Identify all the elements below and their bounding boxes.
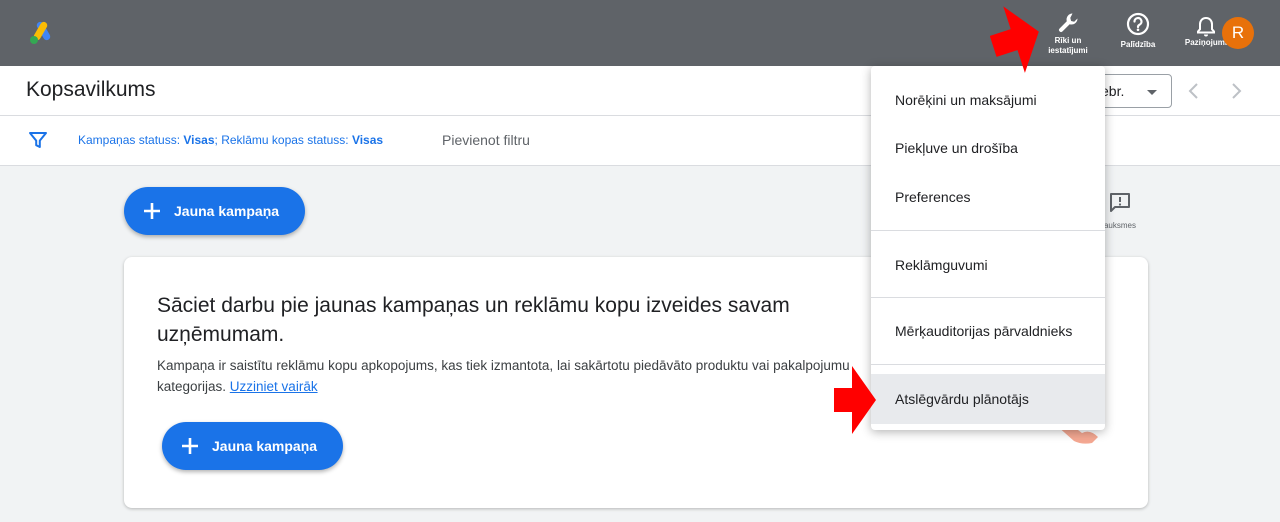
tools-and-settings-button[interactable]: Rīki un iestatījumi (1036, 10, 1100, 56)
plus-icon (144, 203, 160, 219)
ad-group-status-label: ; Reklāmu kopas statuss: (214, 133, 352, 147)
campaign-status-label: Kampaņas statuss: (78, 133, 184, 147)
chevron-right-icon[interactable] (1224, 79, 1248, 103)
add-filter-button[interactable]: Pievienot filtru (442, 132, 530, 148)
learn-more-link[interactable]: Uzziniet vairāk (230, 379, 318, 394)
menu-divider (871, 297, 1105, 298)
active-filters[interactable]: Kampaņas statuss: Visas; Reklāmu kopas s… (78, 133, 383, 147)
chevron-left-icon[interactable] (1182, 79, 1206, 103)
new-campaign-label: Jauna kampaņa (174, 203, 280, 219)
filter-icon[interactable] (28, 130, 48, 150)
menu-item-billing[interactable]: Norēķini un maksājumi (871, 76, 1105, 124)
new-campaign-button[interactable]: Jauna kampaņa (124, 187, 305, 235)
annotation-arrow-icon (834, 366, 876, 434)
campaign-status-value: Visas (183, 133, 215, 147)
card-new-campaign-button[interactable]: Jauna kampaņa (162, 422, 343, 470)
page-title: Kopsavilkums (26, 78, 156, 101)
menu-item-keyword-planner[interactable]: Atslēgvārdu plānotājs (871, 374, 1105, 424)
annotation-arrow-icon (990, 6, 1039, 73)
help-circle-icon (1126, 12, 1150, 36)
menu-item-audience-manager[interactable]: Mērķauditorijas pārvaldnieks (871, 307, 1105, 355)
feedback-icon (1110, 193, 1130, 212)
card-new-campaign-label: Jauna kampaņa (212, 438, 318, 454)
tools-label-line1: Rīki un (1054, 36, 1082, 45)
tools-label-line2: iestatījumi (1048, 46, 1088, 55)
card-description: Kampaņa ir saistītu reklāmu kopu apkopoj… (157, 355, 857, 397)
card-heading: Sāciet darbu pie jaunas kampaņas un rekl… (157, 294, 790, 346)
ad-group-status-value: Visas (351, 133, 384, 147)
plus-icon (182, 438, 198, 454)
wrench-icon (1059, 13, 1078, 32)
help-button[interactable]: Palīdzība (1106, 10, 1170, 50)
menu-item-preferences[interactable]: Preferences (871, 173, 1105, 221)
tools-menu: Norēķini un maksājumi Piekļuve un drošīb… (871, 66, 1105, 430)
menu-divider (871, 364, 1105, 365)
help-label: Palīdzība (1120, 40, 1156, 49)
top-bar: Rīki un iestatījumi Palīdzība Paziņojumi… (0, 0, 1280, 66)
google-ads-logo-icon[interactable] (28, 20, 56, 46)
avatar[interactable]: R (1222, 17, 1254, 49)
menu-divider (871, 230, 1105, 231)
menu-item-conversions[interactable]: Reklāmguvumi (871, 241, 1105, 289)
menu-item-access-security[interactable]: Piekļuve un drošība (871, 124, 1105, 172)
caret-down-icon (1147, 90, 1157, 95)
